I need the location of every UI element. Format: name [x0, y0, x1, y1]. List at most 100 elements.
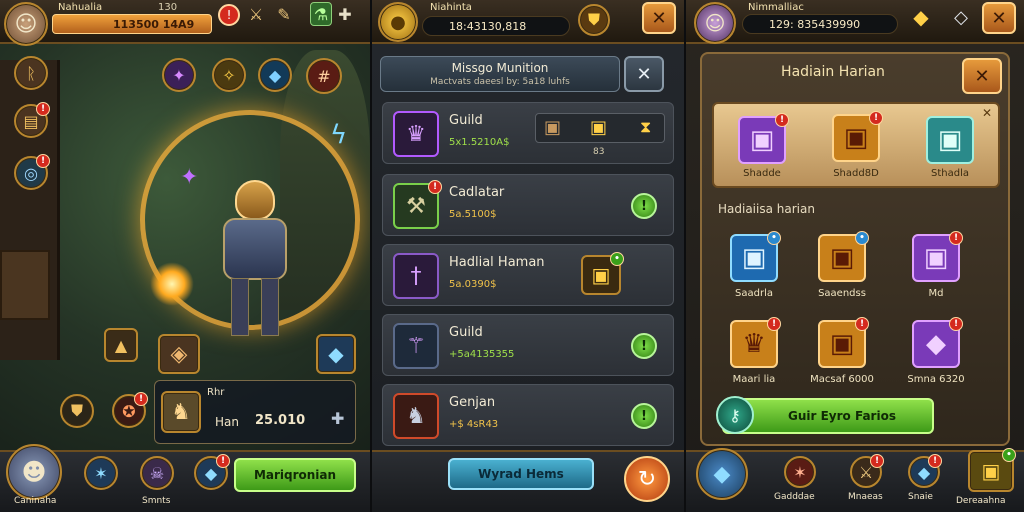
mission-topbar: ● Niahinta 18:43130,818 ⛊ ✕: [372, 0, 684, 44]
sparkle-icon: ✦: [180, 165, 199, 190]
hammer-icon: ⚒!: [393, 180, 442, 229]
item-title: Cadlatar: [449, 185, 505, 200]
chest-label: Shadd8D: [833, 168, 879, 179]
compass-icon[interactable]: ◎!: [14, 154, 50, 190]
mage-icon: ♛: [393, 111, 439, 157]
blue-chest-icon[interactable]: ▣ •: [730, 231, 781, 282]
gold-chest-icon[interactable]: ▣ •: [818, 231, 869, 282]
coin-icon[interactable]: ●: [378, 2, 418, 42]
star-nav-icon[interactable]: ✶: [84, 456, 118, 490]
list-item[interactable]: ⚒! Cadlatar 5a.5100$ !: [382, 174, 674, 236]
rune-icon[interactable]: ᚱ: [14, 56, 48, 90]
potion-icon[interactable]: ⚗: [310, 2, 332, 26]
gem-slot-icon[interactable]: ◈: [158, 334, 200, 374]
hero-armor: [223, 218, 287, 280]
player-avatar[interactable]: ☺: [4, 2, 48, 46]
main-action-button[interactable]: Mariqronian: [234, 458, 356, 492]
featured-rewards: ▣! Shadde ▣! Shadd8D ▣ Sthadla ✕: [712, 102, 1000, 188]
chest-bottom-nav: ◆ ✶ Gadddae ⚔! Mnaeas ◆! Snaie ▣ • Dereaa…: [686, 448, 1024, 512]
accept-icon[interactable]: !: [631, 193, 657, 219]
nav-label: Snaie: [908, 492, 933, 502]
staff-icon: ⚚: [393, 323, 439, 369]
notification-badge: !: [428, 180, 442, 194]
section-title: Hadiaiisa harian: [718, 202, 815, 216]
dialog-header: Missgo Munition Mactvats daeesl by: 5a18…: [380, 56, 620, 92]
feather-icon[interactable]: ✎: [272, 2, 296, 26]
gem-nav-icon[interactable]: ◆!: [194, 454, 230, 490]
player-avatar[interactable]: ☺: [694, 2, 736, 44]
accept-icon[interactable]: !: [631, 403, 657, 429]
gold-crown-icon[interactable]: ♛!: [730, 317, 781, 368]
boot-icon[interactable]: ▲: [104, 328, 138, 362]
gold-gem-icon[interactable]: ◆: [908, 2, 934, 32]
chest-label: Smna 6320: [907, 374, 965, 385]
list-item[interactable]: ♞ Genjan +$ 4sR43 !: [382, 384, 674, 446]
notification-badge: !: [36, 154, 50, 168]
purple-chest-icon[interactable]: ▣!: [912, 231, 963, 282]
close-icon[interactable]: ✕: [982, 2, 1016, 34]
gold-rune-icon[interactable]: ✧: [212, 58, 246, 92]
notification-badge: •: [610, 252, 624, 266]
gold-chest-icon[interactable]: ▣!: [832, 111, 883, 162]
list-item[interactable]: † Hadlial Haman 5a.0390$ ▣ •: [382, 244, 674, 306]
accept-icon[interactable]: !: [631, 333, 657, 359]
notification-badge: !: [949, 317, 963, 331]
plus-icon[interactable]: ✚: [334, 2, 356, 26]
purple-chest-icon[interactable]: ▣!: [738, 113, 789, 164]
amulet-icon[interactable]: ✪!: [112, 392, 148, 428]
gold-box-icon[interactable]: ▣ •: [581, 252, 624, 295]
notification-badge: !: [36, 102, 50, 116]
resource-value: 18:43130,818: [449, 19, 527, 33]
flame-nav-icon[interactable]: ✶: [784, 456, 816, 488]
purple-gem-icon[interactable]: ◆!: [912, 317, 963, 368]
blue-rune-icon[interactable]: ◆: [258, 58, 292, 92]
purple-crystal-icon[interactable]: ✦: [162, 58, 196, 92]
equipment-card[interactable]: ♞ Rhr Han 25.010 ✚: [154, 380, 356, 444]
hourglass-icon: ⧗: [640, 117, 652, 136]
lightning-icon: ϟ: [330, 120, 348, 150]
portrait-icon: ☺: [14, 11, 38, 37]
list-item[interactable]: ⚚ Guild +5a4135355 !: [382, 314, 674, 376]
diamond-icon[interactable]: ◇: [948, 2, 974, 32]
player-name: Nimmalliac: [748, 2, 804, 13]
shield-icon[interactable]: ⛊: [60, 394, 94, 428]
crystal-shard-icon[interactable]: ◆: [316, 334, 356, 374]
bottom-action-button[interactable]: Wyrad Hems: [448, 458, 594, 490]
hash-rune-icon[interactable]: #: [306, 58, 342, 94]
resource-label: Niahinta: [430, 2, 472, 13]
close-dialog-icon[interactable]: ✕: [962, 58, 1002, 94]
sword-icon[interactable]: ⚔: [244, 2, 268, 26]
item-title: Hadlial Haman: [449, 255, 545, 270]
shield-badge-icon[interactable]: ⛊: [578, 4, 610, 36]
alert-icon[interactable]: !: [218, 4, 240, 26]
nav-label: Caninaha: [14, 496, 57, 506]
scroll-icon[interactable]: ▤!: [14, 102, 50, 138]
gift-box-icon[interactable]: ▣!: [818, 317, 869, 368]
notification-badge: •: [1002, 448, 1016, 462]
dagger-icon: †: [393, 253, 439, 299]
item-sub: 5a.0390$: [449, 279, 497, 290]
hero-character[interactable]: [205, 180, 305, 340]
dismiss-icon[interactable]: ✕: [982, 106, 992, 120]
equip-sub: Han: [215, 415, 239, 429]
crystal-nav-icon[interactable]: ◆: [696, 448, 748, 500]
chest-label: Saadrla: [735, 288, 773, 299]
close-dialog-icon[interactable]: ✕: [624, 56, 664, 92]
teal-chest-icon[interactable]: ▣: [926, 116, 974, 164]
notification-badge: !: [949, 231, 963, 245]
notification-badge: !: [775, 113, 789, 127]
shop-nav-icon[interactable]: ▣ •: [968, 448, 1016, 492]
refresh-icon[interactable]: ↻: [624, 456, 670, 502]
list-item[interactable]: ♛ Guild 5x1.5210A$ ▣ ▣ ⧗ 83: [382, 102, 674, 164]
notification-badge: !: [134, 392, 148, 406]
notification-badge: !: [855, 317, 869, 331]
gem-nav-icon[interactable]: ◆!: [908, 454, 942, 488]
plus-icon[interactable]: ✚: [331, 409, 344, 428]
item-sub: 5a.5100$: [449, 209, 497, 220]
monster-nav-icon[interactable]: ☠: [140, 456, 174, 490]
chest-label: Macsaf 6000: [810, 374, 874, 385]
character-nav-icon[interactable]: ☻: [6, 444, 62, 500]
sword-nav-icon[interactable]: ⚔!: [850, 454, 884, 488]
gold-chest-icon: ▣: [590, 117, 608, 138]
close-icon[interactable]: ✕: [642, 2, 676, 34]
